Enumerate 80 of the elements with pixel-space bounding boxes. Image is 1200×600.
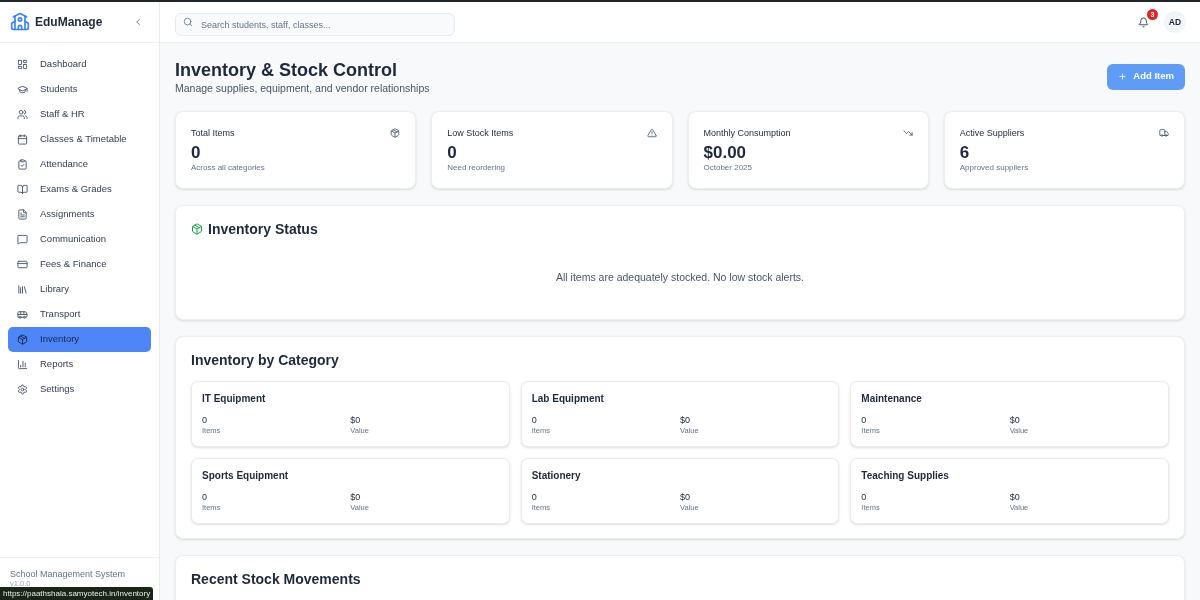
nav-item[interactable]: Fees & Finance bbox=[8, 252, 151, 277]
status-message: All items are adequately stocked. No low stock alerts. bbox=[556, 270, 804, 284]
stock-value: $0 bbox=[350, 491, 361, 503]
nav-item[interactable]: Transport bbox=[8, 302, 151, 327]
stock-value: $0 bbox=[680, 491, 690, 503]
nav-item[interactable]: Attendance bbox=[8, 152, 151, 177]
stat-value: $0.00 bbox=[703, 143, 747, 163]
chat-bubble-icon bbox=[17, 234, 28, 245]
category-name: Maintenance bbox=[861, 392, 922, 406]
stat-caption: Approved suppliers bbox=[959, 163, 1029, 173]
panel-title: Recent Stock Movements bbox=[191, 570, 361, 589]
stat-caption: Across all categories bbox=[191, 163, 265, 173]
nav-item[interactable]: Students bbox=[8, 77, 151, 102]
user-avatar[interactable]: AD bbox=[1164, 11, 1186, 33]
nav-item[interactable]: Dashboard bbox=[8, 52, 151, 77]
clipboard-check-icon bbox=[17, 159, 28, 170]
warning-triangle-icon bbox=[646, 128, 657, 138]
stat-label: Active Suppliers bbox=[959, 127, 1025, 139]
stat-caption: Need reordering bbox=[447, 163, 506, 173]
page-subtitle: Manage supplies, equipment, and vendor relationships bbox=[175, 82, 430, 95]
people-icon bbox=[17, 109, 28, 120]
link-url-tooltip: https://paathshala.samyotech.in/inventory bbox=[0, 587, 154, 600]
books-icon bbox=[17, 284, 28, 295]
item-count: 0 bbox=[861, 414, 867, 426]
nav-item[interactable]: Reports bbox=[8, 352, 151, 377]
stat-value: 6 bbox=[959, 143, 970, 163]
box-icon bbox=[191, 223, 203, 235]
stock-value: $0 bbox=[1009, 414, 1020, 426]
stock-value: $0 bbox=[1009, 491, 1020, 503]
nav-item[interactable]: Settings bbox=[8, 377, 151, 402]
chevron-left-icon bbox=[133, 17, 143, 27]
stat-value: 0 bbox=[191, 143, 201, 163]
box-icon bbox=[17, 334, 28, 345]
nav-item[interactable]: Staff & HR bbox=[8, 102, 151, 127]
item-count: 0 bbox=[531, 414, 537, 426]
item-count: 0 bbox=[861, 491, 867, 503]
graduation-cap-icon bbox=[17, 84, 28, 95]
bell-icon bbox=[1137, 16, 1149, 28]
item-count: 0 bbox=[531, 491, 537, 503]
settings-icon bbox=[17, 384, 28, 395]
credit-card-icon bbox=[17, 259, 28, 270]
category-name: Teaching Supplies bbox=[861, 469, 949, 483]
search-field[interactable]: Search students, staff, classes... bbox=[175, 13, 455, 36]
stat-label: Monthly Consumption bbox=[703, 127, 791, 139]
nav-item[interactable]: Exams & Grades bbox=[8, 177, 151, 202]
collapse-sidebar-button[interactable] bbox=[133, 17, 143, 27]
open-book-icon bbox=[17, 184, 28, 195]
school-building-icon bbox=[10, 12, 30, 32]
panel-title: Inventory Status bbox=[208, 220, 318, 239]
search-icon bbox=[183, 17, 193, 27]
truck-icon bbox=[1159, 128, 1169, 138]
bar-chart-icon bbox=[17, 359, 28, 370]
bus-icon bbox=[17, 309, 28, 320]
nav-item[interactable]: Classes & Timetable bbox=[8, 127, 151, 152]
box-icon bbox=[390, 128, 401, 138]
stat-value: 0 bbox=[447, 143, 457, 163]
nav-item[interactable]: Library bbox=[8, 277, 151, 302]
trending-down-icon bbox=[902, 128, 913, 138]
document-icon bbox=[17, 209, 28, 220]
stock-value: $0 bbox=[350, 414, 361, 426]
item-count: 0 bbox=[202, 491, 207, 503]
stat-label: Total Items bbox=[191, 127, 235, 139]
stat-label: Low Stock Items bbox=[447, 127, 514, 139]
category-name: Stationery bbox=[531, 469, 581, 483]
category-name: Sports Equipment bbox=[202, 469, 289, 483]
page-title: Inventory & Stock Control bbox=[175, 59, 398, 82]
stock-value: $0 bbox=[680, 414, 690, 426]
footer-title: School Management System bbox=[10, 568, 126, 580]
nav-item[interactable]: Inventory bbox=[8, 327, 151, 352]
brand-name: EduManage bbox=[35, 14, 103, 31]
calendar-icon bbox=[17, 134, 28, 145]
stat-caption: October 2025 bbox=[703, 163, 752, 173]
panel-title: Inventory by Category bbox=[191, 351, 339, 370]
layout-grid-icon bbox=[17, 59, 28, 70]
category-name: Lab Equipment bbox=[531, 392, 604, 406]
nav-item[interactable]: Communication bbox=[8, 227, 151, 252]
plus-icon bbox=[1118, 72, 1128, 81]
nav-item[interactable]: Assignments bbox=[8, 202, 151, 227]
item-count: 0 bbox=[202, 414, 207, 426]
category-name: IT Equipment bbox=[202, 392, 266, 406]
